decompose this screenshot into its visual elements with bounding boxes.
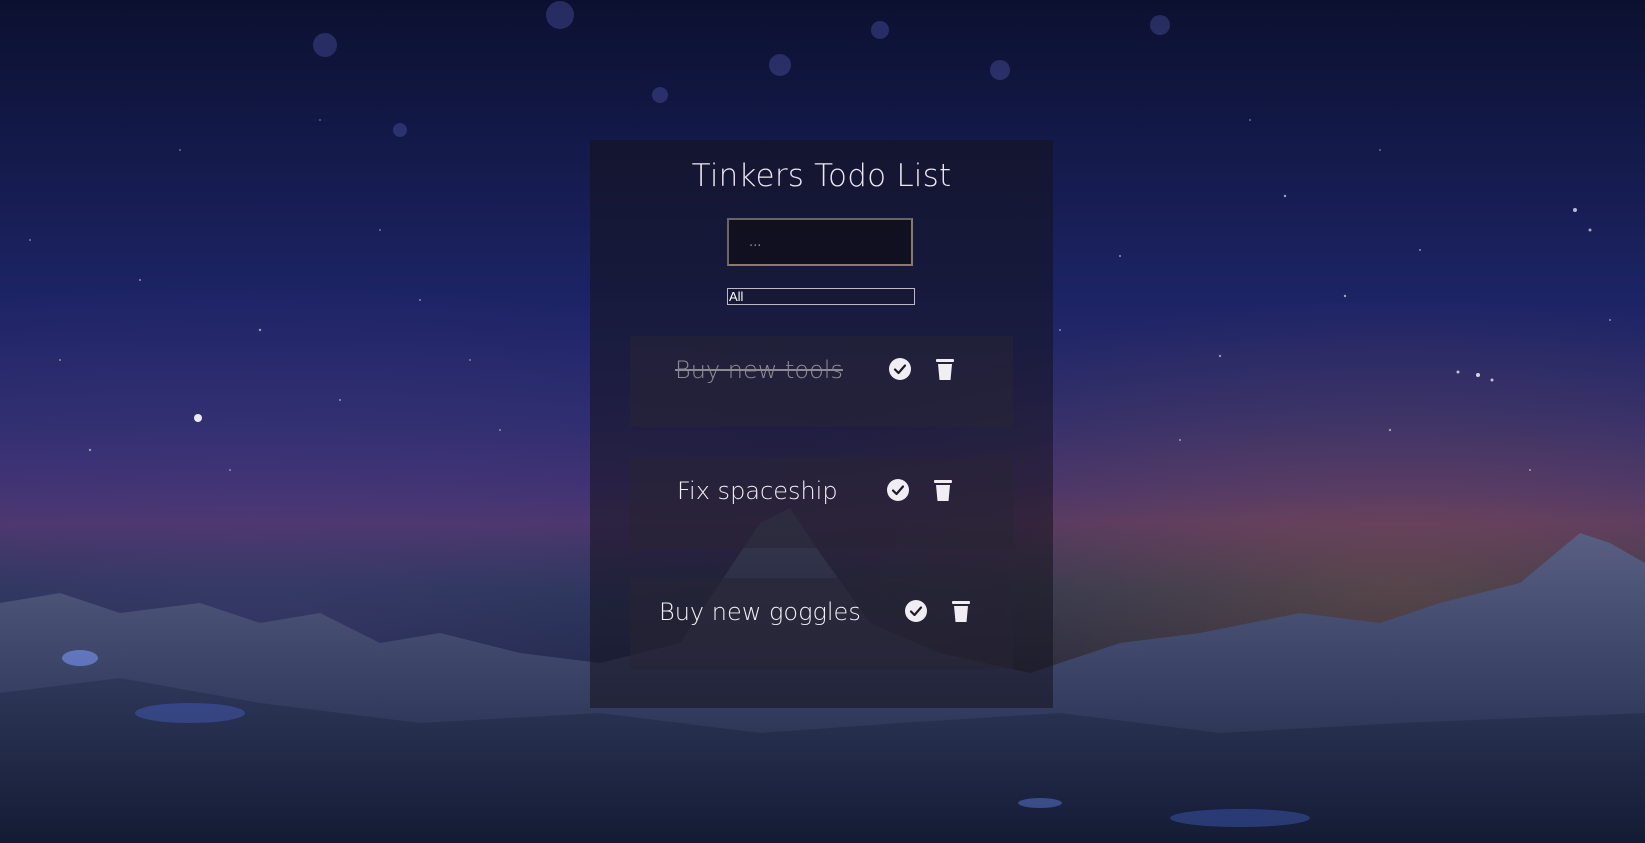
- todo-panel: Tinkers Todo List All Buy new tools Fix …: [590, 140, 1053, 708]
- check-circle-icon[interactable]: [904, 599, 928, 623]
- check-circle-icon[interactable]: [886, 478, 910, 502]
- todo-item: Fix spaceship: [630, 457, 1013, 548]
- app-title: Tinkers Todo List: [691, 158, 952, 194]
- todo-text: Buy new tools: [675, 356, 843, 384]
- todo-item: Buy new tools: [630, 336, 1013, 427]
- trash-icon[interactable]: [933, 357, 957, 381]
- check-circle-icon[interactable]: [888, 357, 912, 381]
- todo-item: Buy new goggles: [630, 578, 1013, 669]
- todo-input[interactable]: [727, 218, 913, 266]
- todo-text: Buy new goggles: [659, 598, 861, 626]
- trash-icon[interactable]: [949, 599, 973, 623]
- filter-select[interactable]: All: [727, 288, 915, 305]
- todo-text: Fix spaceship: [677, 477, 838, 505]
- trash-icon[interactable]: [931, 478, 955, 502]
